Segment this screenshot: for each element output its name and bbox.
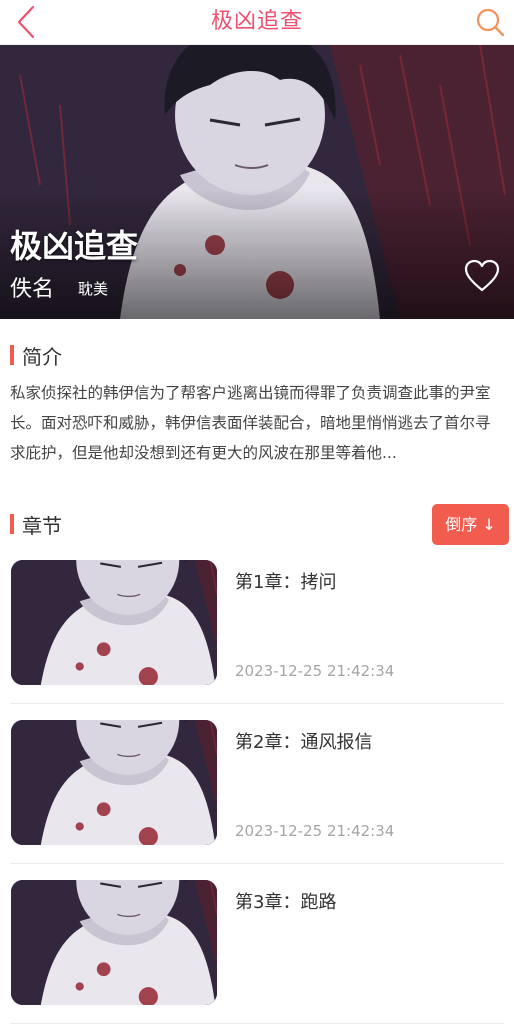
- chapter-item-1[interactable]: 第1章：拷问 2023-12-25 21:42:34: [10, 560, 504, 704]
- chapter-date: 2023-12-25 21:42:34: [235, 822, 395, 840]
- chapter-item-2[interactable]: 第2章：通风报信 2023-12-25 21:42:34: [10, 720, 504, 864]
- comic-author: 佚名: [10, 277, 55, 302]
- search-icon: [476, 8, 505, 37]
- top-nav-bar: 极凶追查: [0, 0, 514, 45]
- page-title: 极凶追查: [210, 9, 303, 34]
- comic-genre-tag: 耽美: [78, 280, 109, 298]
- chapter-thumbnail: [11, 880, 217, 1005]
- chapter-cover-image: [11, 560, 217, 685]
- heart-outline-icon: [464, 259, 500, 292]
- chapter-cover-image: [11, 720, 217, 845]
- chapter-title: 第2章：通风报信: [235, 732, 373, 753]
- intro-section-header: 简介: [0, 338, 514, 372]
- cover-banner: 极凶追查 佚名 耽美: [0, 45, 514, 319]
- chapter-cover-image: [11, 880, 217, 1005]
- chapter-title: 第3章：跑路: [235, 892, 337, 913]
- search-button[interactable]: [472, 4, 508, 40]
- chapter-thumbnail: [11, 720, 217, 845]
- sort-order-button[interactable]: 倒序 ↓: [432, 504, 509, 545]
- chapters-label: 章节: [22, 513, 62, 538]
- intro-description: 私家侦探社的韩伊信为了帮客户逃离出镜而得罪了负责调查此事的尹室长。面对恐吓和威胁…: [10, 384, 491, 462]
- section-accent-bar: [10, 514, 14, 534]
- chapter-date: 2023-12-25 21:42:34: [235, 662, 395, 680]
- intro-label: 简介: [22, 344, 62, 369]
- chapter-list: 第1章：拷问 2023-12-25 21:42:34 第2章：通风报信 2023…: [0, 560, 514, 1024]
- favorite-button[interactable]: [464, 259, 500, 293]
- chapter-title: 第1章：拷问: [235, 572, 337, 593]
- comic-title: 极凶追查: [10, 227, 139, 265]
- section-accent-bar: [10, 345, 14, 365]
- chapter-thumbnail: [11, 560, 217, 685]
- chapters-section-header: 章节 倒序 ↓: [0, 504, 514, 545]
- chapter-item-3[interactable]: 第3章：跑路: [10, 880, 504, 1024]
